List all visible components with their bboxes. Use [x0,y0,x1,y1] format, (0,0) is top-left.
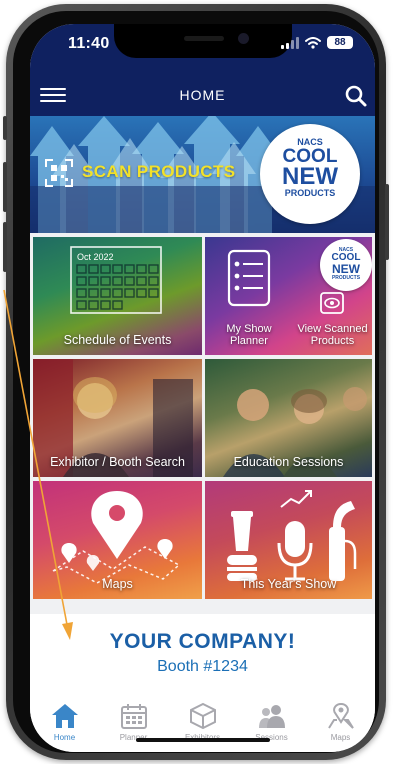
wifi-icon [305,36,321,49]
tile-view-scanned-products[interactable]: NACS COOL NEW PRODUCTS View Scanned Prod… [293,237,372,355]
company-sponsor-banner[interactable]: YOUR COMPANY! Booth #1234 [30,614,375,694]
tile-maps-label: Maps [102,577,133,591]
tab-planner[interactable]: Planner [104,702,164,752]
power-button [385,184,389,260]
tab-maps-label: Maps [330,733,351,742]
tile-this-years-show-label: This Year's Show [240,577,337,591]
calendar-icon [120,704,147,729]
notch [114,24,292,58]
tile-schedule-label: Schedule of Events [63,333,172,347]
tile-my-show-planner[interactable]: My Show Planner [205,237,293,355]
view-scanned-products-label: View Scanned Products [297,323,368,347]
status-bar: 11:40 88 [30,24,375,76]
page-title: HOME [179,87,226,103]
tile-education-sessions[interactable]: Education Sessions [205,359,372,477]
tile-exhibitor-label: Exhibitor / Booth Search [50,455,185,469]
tab-home[interactable]: Home [35,702,95,752]
tile-planner-and-scanned: My Show Planner NACS COOL NEW PRODUCTS V… [205,237,372,355]
cool-new-products-logo: NACS COOL NEW PRODUCTS [260,124,360,224]
bottom-tab-bar: Home Planner Exhibitors [30,694,375,752]
tab-sessions[interactable]: Sessions [242,702,302,752]
battery-indicator: 88 [327,36,353,49]
speaker-grille [184,36,224,41]
mute-switch [3,116,7,140]
app-screen: 11:40 88 HOME SCAN PRODUCTS NACS COOL NE… [30,24,375,752]
checklist-icon [227,249,271,307]
home-icon [51,704,78,728]
tile-exhibitor-booth-search[interactable]: Exhibitor / Booth Search [33,359,202,477]
home-indicator [136,738,270,742]
status-time: 11:40 [68,35,110,52]
booth-number: Booth #1234 [157,658,248,675]
scan-products-label: SCAN PRODUCTS [82,162,236,181]
tab-home-label: Home [53,733,76,742]
search-icon[interactable] [343,83,369,109]
map-pin-icon [327,702,354,729]
volume-down-button [3,222,7,272]
people-icon [258,705,285,728]
volume-up-button [3,162,7,212]
tab-exhibitors[interactable]: Exhibitors [173,702,233,752]
calendar-month: Oct 2022 [77,252,114,262]
company-name: YOUR COMPANY! [109,630,296,653]
tile-education-label: Education Sessions [233,455,344,469]
tab-maps[interactable]: Maps [311,702,371,752]
tile-schedule-of-events[interactable]: Oct 2022 Schedule of Events [33,237,202,355]
box-icon [189,702,216,730]
status-icons: 88 [281,36,353,49]
front-camera [238,33,249,44]
my-show-planner-label: My Show Planner [226,323,272,347]
signal-icon [281,36,299,49]
tile-maps[interactable]: Maps [33,481,202,599]
tile-this-years-show[interactable]: This Year's Show [205,481,372,599]
qr-code-icon [45,159,73,187]
home-tiles-grid: Oct 2022 Schedule of Events My Show Plan… [30,237,375,601]
app-header: HOME [30,76,375,116]
scan-products-banner[interactable]: SCAN PRODUCTS NACS COOL NEW PRODUCTS [30,116,375,233]
phone-frame: 11:40 88 HOME SCAN PRODUCTS NACS COOL NE… [3,4,389,760]
